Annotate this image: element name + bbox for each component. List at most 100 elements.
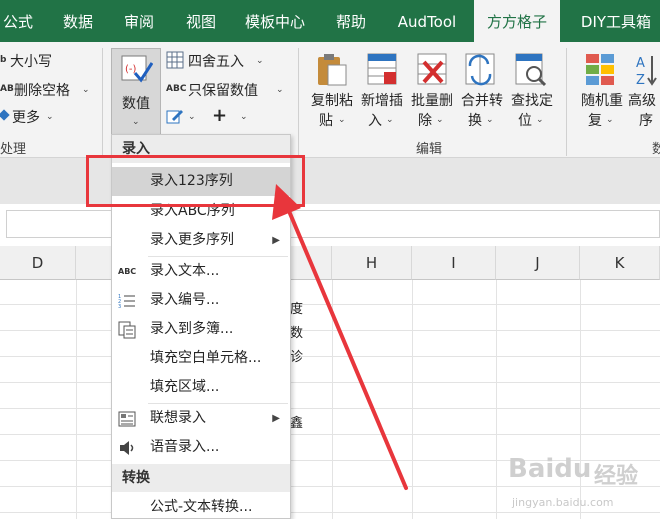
random-repeat-icon xyxy=(586,54,614,85)
round-chevron-icon[interactable]: ⌄ xyxy=(256,56,264,66)
numeric-button[interactable]: (-) 数值 ⌄ xyxy=(111,48,161,136)
numeric-chevron-icon: ⌄ xyxy=(132,117,140,127)
submenu-arrow-icon: ▶ xyxy=(272,235,280,246)
group-divider xyxy=(566,48,567,156)
random-repeat-chevron-icon[interactable]: ⌄ xyxy=(606,115,614,125)
round-grid-icon xyxy=(166,51,184,69)
menu-item-fill-region[interactable]: 填充区域... xyxy=(112,373,290,402)
numeric-button-label: 数值 xyxy=(122,96,150,112)
watermark-brand: Baidu xyxy=(508,454,592,484)
grid-row-line xyxy=(0,434,660,435)
tab-data[interactable]: 数据 xyxy=(52,0,104,42)
column-header-h[interactable]: H xyxy=(332,246,412,280)
menu-item-formula-text-convert[interactable]: 公式-文本转换... xyxy=(112,493,290,519)
ribbon-tab-bar: 公式 数据 审阅 视图 模板中心 帮助 AudTool 方方格子 DIY工具箱 xyxy=(0,0,660,42)
tab-view[interactable]: 视图 xyxy=(176,0,226,42)
grid-row-line xyxy=(0,304,660,305)
group-divider xyxy=(298,48,299,156)
find-locate-icon xyxy=(515,53,546,87)
advanced-sort-icon: A Z xyxy=(636,56,657,88)
menu-item-input-multiple-books[interactable]: 录入到多簿... xyxy=(112,315,290,344)
watermark-sub: 经验 xyxy=(594,464,639,489)
menu-item-input-numbering[interactable]: 1 2 3 录入编号... xyxy=(112,286,290,315)
batch-delete-icon xyxy=(417,53,447,85)
tab-template-center[interactable]: 模板中心 xyxy=(240,0,310,42)
column-header-partial[interactable] xyxy=(76,246,112,280)
advanced-sort-label-2: 序 xyxy=(639,113,653,129)
trim-space-icon: AB xyxy=(0,84,14,94)
find-locate-chevron-icon[interactable]: ⌄ xyxy=(536,115,544,125)
numeric-icon: (-) xyxy=(121,55,153,83)
annotation-highlight-box xyxy=(86,155,305,207)
case-icon: b xyxy=(0,55,7,65)
tab-diy-toolbox[interactable]: DIY工具箱 xyxy=(572,0,660,42)
svg-text:Z: Z xyxy=(636,73,645,88)
group-label-partial: 数 xyxy=(652,142,660,157)
tab-formulas[interactable]: 公式 xyxy=(0,0,36,42)
associative-input-icon xyxy=(118,411,136,427)
more-button[interactable]: 更多 xyxy=(12,107,40,127)
merge-convert-label-1: 合并转 xyxy=(461,93,503,109)
keep-values-chevron-icon[interactable]: ⌄ xyxy=(276,85,284,95)
submenu-arrow-icon: ▶ xyxy=(272,413,280,424)
batch-delete-chevron-icon[interactable]: ⌄ xyxy=(436,115,444,125)
menu-section-convert: 转换 xyxy=(112,464,290,492)
menu-item-associative-input[interactable]: 联想录入 ▶ xyxy=(112,404,290,433)
grid-col-line xyxy=(412,280,413,519)
find-locate-label-1: 查找定 xyxy=(511,93,553,109)
insert-rows-icon xyxy=(367,53,397,85)
round-button[interactable]: 四舍五入 xyxy=(188,51,244,71)
column-header-k[interactable]: K xyxy=(580,246,660,280)
numbered-list-icon: 1 2 3 xyxy=(118,294,135,310)
merge-convert-chevron-icon[interactable]: ⌄ xyxy=(486,115,494,125)
remove-spaces-chevron-icon[interactable]: ⌄ xyxy=(82,85,90,95)
grid-row-line xyxy=(0,356,660,357)
copy-paste-chevron-icon[interactable]: ⌄ xyxy=(338,115,346,125)
advanced-sort-label-1: 高级 xyxy=(628,93,656,109)
grid-col-line xyxy=(332,280,333,519)
insert-label-1: 新增插 xyxy=(361,93,403,109)
paste-clipboard-icon xyxy=(318,54,347,86)
speaker-icon xyxy=(120,441,134,455)
keep-values-button[interactable]: 只保留数值 xyxy=(188,80,258,100)
grid-row-line xyxy=(0,330,660,331)
random-repeat-label-1: 随机重 xyxy=(581,93,623,109)
column-header-i[interactable]: I xyxy=(412,246,496,280)
formula-bar[interactable] xyxy=(6,210,660,238)
group-divider xyxy=(102,48,103,156)
svg-text:3: 3 xyxy=(118,304,121,310)
insert-chevron-icon[interactable]: ⌄ xyxy=(386,115,394,125)
group-label-process: 处理 xyxy=(0,142,27,157)
merge-convert-icon xyxy=(465,53,495,86)
abc-values-icon: ABC xyxy=(166,84,187,94)
column-header-g-partial[interactable] xyxy=(290,246,332,280)
abc-text-icon: ABC xyxy=(118,267,137,276)
plus-button[interactable]: + xyxy=(212,105,227,126)
ribbon-panel: b 大小写 AB 删除空格 ⌄ 更多 ⌄ 处理 (-) 数值 ⌄ 四舍五入 ⌄ … xyxy=(0,42,660,158)
grid-row-line xyxy=(0,382,660,383)
menu-item-input-text[interactable]: ABC 录入文本... xyxy=(112,257,290,286)
group-label-edit: 编辑 xyxy=(416,142,443,157)
column-header-d[interactable]: D xyxy=(0,246,76,280)
more-arrow-icon xyxy=(0,109,10,121)
menu-item-fill-blank-cells[interactable]: 填充空白单元格... xyxy=(112,344,290,373)
menu-item-voice-input[interactable]: 语音录入... xyxy=(112,433,290,462)
more-chevron-icon[interactable]: ⌄ xyxy=(46,112,54,122)
remove-spaces-button[interactable]: 删除空格 xyxy=(14,80,70,100)
cell-text: 诊 xyxy=(290,350,304,365)
cell-text: 鑫 xyxy=(290,416,304,431)
menu-item-input-more-sequences[interactable]: 录入更多序列 ▶ xyxy=(112,226,290,255)
tab-help[interactable]: 帮助 xyxy=(328,0,374,42)
tab-fangfang-gezi[interactable]: 方方格子 xyxy=(474,0,560,42)
edit-chevron-icon[interactable]: ⌄ xyxy=(188,112,196,122)
case-button[interactable]: 大小写 xyxy=(10,51,52,71)
grid-col-line xyxy=(76,280,77,519)
baidu-jingyan-watermark: Baidu 经验 jingyan.baidu.com xyxy=(508,454,658,518)
tab-review[interactable]: 审阅 xyxy=(114,0,164,42)
svg-text:A: A xyxy=(636,56,645,71)
tab-audtool[interactable]: AudTool xyxy=(392,0,462,42)
cell-text: 度 xyxy=(290,302,304,317)
column-header-j[interactable]: J xyxy=(496,246,580,280)
plus-chevron-icon[interactable]: ⌄ xyxy=(240,112,248,122)
copy-paste-label-1: 复制粘 xyxy=(311,93,353,109)
